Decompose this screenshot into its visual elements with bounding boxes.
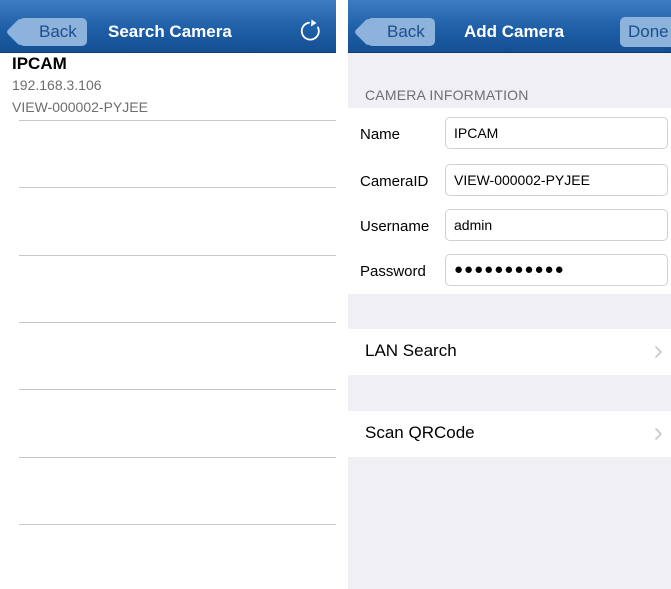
row-divider [19, 457, 336, 458]
row-divider [19, 120, 336, 121]
search-camera-screen: Back Search Camera IPCAM 192.168.3.106 V… [0, 0, 336, 589]
camera-info-form: Name IPCAM CameraID VIEW-000002-PYJEE Us… [348, 108, 671, 294]
refresh-icon[interactable] [298, 18, 324, 44]
name-label: Name [360, 126, 401, 143]
done-button[interactable]: Done [620, 17, 671, 47]
lan-search-label: LAN Search [365, 341, 457, 360]
back-button-label: Back [387, 22, 425, 41]
back-button[interactable]: Back [367, 18, 435, 46]
add-camera-nav-bar: Back Add Camera Done [348, 0, 671, 53]
password-field[interactable]: ●●●●●●●●●●● [445, 254, 668, 286]
scan-qrcode-row[interactable]: Scan QRCode [348, 411, 671, 457]
back-button[interactable]: Back [19, 18, 87, 46]
search-camera-nav-bar: Back Search Camera [0, 0, 336, 53]
row-divider [19, 255, 336, 256]
add-camera-screen: Back Add Camera Done CAMERA INFORMATION … [348, 0, 671, 589]
scan-qrcode-label: Scan QRCode [365, 423, 475, 442]
row-divider [19, 389, 336, 390]
username-label: Username [360, 218, 430, 235]
back-button-label: Back [39, 22, 77, 41]
lan-search-row[interactable]: LAN Search [348, 329, 671, 375]
row-divider [19, 524, 336, 525]
username-field[interactable]: admin [445, 209, 668, 241]
camera-ip: 192.168.3.106 [12, 77, 102, 93]
page-title: Add Camera [464, 22, 565, 41]
chevron-right-icon [655, 346, 662, 358]
row-divider [19, 187, 336, 188]
camera-id-field[interactable]: VIEW-000002-PYJEE [445, 164, 668, 196]
name-field[interactable]: IPCAM [445, 117, 668, 149]
camera-id: VIEW-000002-PYJEE [12, 99, 148, 115]
section-header: CAMERA INFORMATION [365, 87, 529, 103]
camera-id-label: CameraID [360, 173, 429, 190]
password-label: Password [360, 263, 426, 280]
chevron-right-icon [655, 428, 662, 440]
camera-name: IPCAM [12, 54, 67, 73]
row-divider [19, 322, 336, 323]
page-title: Search Camera [108, 22, 232, 41]
